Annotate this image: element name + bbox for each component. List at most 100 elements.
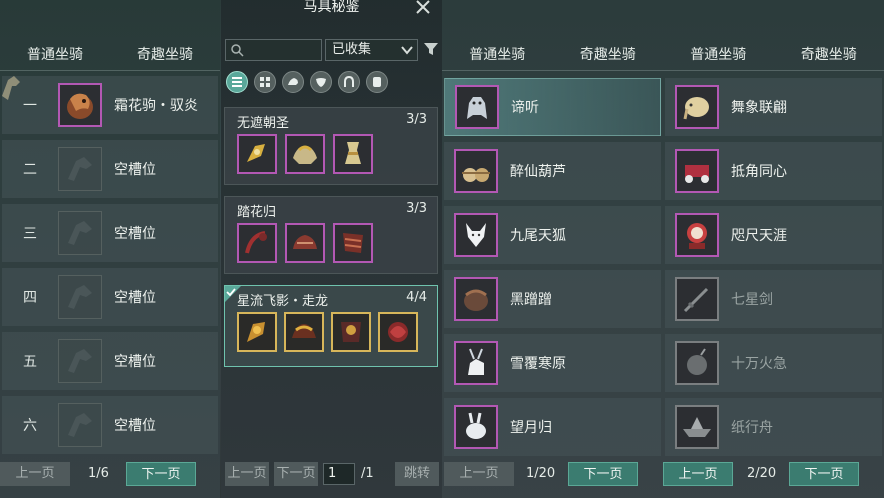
empty-slot-icon [58, 339, 102, 383]
armor-icon[interactable] [310, 71, 332, 93]
set-items [237, 134, 373, 174]
bomb-icon [675, 341, 719, 385]
page-total: /1 [361, 466, 374, 481]
mount-tabs: 普通坐骑 奇趣坐骑 [0, 40, 220, 70]
fun-mount-panel-page-2: 普通坐骑 奇趣坐骑 舞象联翩 抵角同心 咫尺天涯 七星剑 十万火急 纸行舟 上一… [663, 0, 884, 498]
mount-row[interactable]: 七星剑 [665, 270, 882, 328]
gourd-icon [454, 149, 498, 193]
mount-tabs: 普通坐骑 奇趣坐骑 [663, 40, 884, 70]
paper-boat-icon [675, 405, 719, 449]
saddle-icon[interactable] [282, 71, 304, 93]
prev-page-button[interactable]: 上一页 [225, 462, 269, 486]
search-icon [231, 44, 244, 57]
lion-icon [675, 213, 719, 257]
saddle-icon[interactable] [284, 312, 324, 352]
next-page-button[interactable]: 下一页 [789, 462, 859, 486]
bridle-icon[interactable] [237, 134, 277, 174]
mount-row[interactable]: 舞象联翩 [665, 78, 882, 136]
slot-row-3[interactable]: 三 空槽位 [2, 204, 218, 262]
grid-icon[interactable] [254, 71, 276, 93]
armor-icon[interactable] [331, 312, 371, 352]
collection-filter-dropdown[interactable]: 已收集 [325, 39, 418, 61]
slot-number: 二 [23, 162, 37, 178]
page-indicator: 2/20 [747, 466, 777, 481]
close-icon[interactable] [414, 0, 432, 16]
mount-row[interactable]: 纸行舟 [665, 398, 882, 456]
slot-row-5[interactable]: 五 空槽位 [2, 332, 218, 390]
set-count: 3/3 [406, 201, 427, 216]
chevron-down-icon [401, 46, 413, 55]
mount-row-selected[interactable]: 谛听 [444, 78, 661, 136]
mount-row[interactable]: 九尾天狐 [444, 206, 661, 264]
tab-normal-mounts[interactable]: 普通坐骑 [442, 40, 553, 70]
scroll-icon[interactable] [366, 71, 388, 93]
deer-icon [454, 341, 498, 385]
mount-label: 九尾天狐 [510, 228, 566, 244]
slot-number: 四 [23, 290, 37, 306]
horseshoe-icon[interactable] [338, 71, 360, 93]
fox-icon [454, 213, 498, 257]
fun-mount-panel-page-1: 普通坐骑 奇趣坐骑 谛听 醉仙葫芦 九尾天狐 黑蹭蹭 雪覆寒原 望月归 上一页 [442, 0, 663, 498]
slot-row-2[interactable]: 二 空槽位 [2, 140, 218, 198]
mount-row[interactable]: 醉仙葫芦 [444, 142, 661, 200]
set-name: 星流飞影・走龙 [237, 294, 329, 309]
empty-slot-icon [58, 403, 102, 447]
list-icon[interactable] [226, 71, 248, 93]
mount-row[interactable]: 十万火急 [665, 334, 882, 392]
empty-slot-icon [58, 147, 102, 191]
saddle-icon[interactable] [285, 134, 325, 174]
divider [0, 70, 220, 71]
tack-set-card[interactable]: 星流飞影・走龙 4/4 [224, 285, 438, 367]
tab-fun-mounts[interactable]: 奇趣坐骑 [774, 40, 884, 70]
tab-fun-mounts[interactable]: 奇趣坐骑 [110, 40, 220, 70]
mount-label: 十万火急 [731, 356, 787, 372]
prev-page-button[interactable]: 上一页 [663, 462, 733, 486]
mount-label: 咫尺天涯 [731, 228, 787, 244]
vase-icon[interactable] [333, 134, 373, 174]
next-page-button[interactable]: 下一页 [126, 462, 196, 486]
divider [663, 70, 884, 71]
divider [442, 70, 663, 71]
jump-button[interactable]: 跳转 [395, 462, 439, 486]
cart-icon [675, 149, 719, 193]
mount-label: 舞象联翩 [731, 100, 787, 116]
set-count: 3/3 [406, 112, 427, 127]
bridle-icon[interactable] [237, 223, 277, 263]
slot-row-6[interactable]: 六 空槽位 [2, 396, 218, 454]
mount-row[interactable]: 抵角同心 [665, 142, 882, 200]
mount-row[interactable]: 望月归 [444, 398, 661, 456]
tack-set-card[interactable]: 无遮朝圣 3/3 [224, 107, 438, 185]
prev-page-button[interactable]: 上一页 [0, 462, 70, 486]
armor-icon[interactable] [333, 223, 373, 263]
sword-icon [675, 277, 719, 321]
mount-row[interactable]: 黑蹭蹭 [444, 270, 661, 328]
saddle-icon[interactable] [285, 223, 325, 263]
search-input[interactable] [225, 39, 322, 61]
slot-number: 三 [23, 226, 37, 242]
tab-fun-mounts[interactable]: 奇趣坐骑 [553, 40, 664, 70]
next-page-button[interactable]: 下一页 [274, 462, 318, 486]
tab-normal-mounts[interactable]: 普通坐骑 [663, 40, 774, 70]
pager: 上一页 2/20 下一页 [663, 462, 884, 488]
next-page-button[interactable]: 下一页 [568, 462, 638, 486]
mount-label: 望月归 [510, 420, 552, 436]
slot-label: 空槽位 [114, 162, 156, 178]
mount-row[interactable]: 咫尺天涯 [665, 206, 882, 264]
filter-icon[interactable] [423, 41, 439, 57]
page-indicator: 1/20 [526, 466, 556, 481]
prev-page-button[interactable]: 上一页 [444, 462, 514, 486]
mount-tabs: 普通坐骑 奇趣坐骑 [442, 40, 663, 70]
mount-label: 黑蹭蹭 [510, 292, 552, 308]
set-name: 踏花归 [237, 205, 277, 220]
tab-normal-mounts[interactable]: 普通坐骑 [0, 40, 110, 70]
rabbit-icon [454, 405, 498, 449]
ornament-icon[interactable] [378, 312, 418, 352]
bridle-icon[interactable] [237, 312, 277, 352]
tack-set-card[interactable]: 踏花归 3/3 [224, 196, 438, 274]
page-number-input[interactable]: 1 [323, 463, 355, 485]
slot-row-4[interactable]: 四 空槽位 [2, 268, 218, 326]
pager: 上一页 下一页 1 /1 跳转 [221, 462, 442, 488]
slot-number: 五 [23, 354, 37, 370]
slot-row-1[interactable]: 一 霜花驹・驭炎 [2, 76, 218, 134]
mount-row[interactable]: 雪覆寒原 [444, 334, 661, 392]
